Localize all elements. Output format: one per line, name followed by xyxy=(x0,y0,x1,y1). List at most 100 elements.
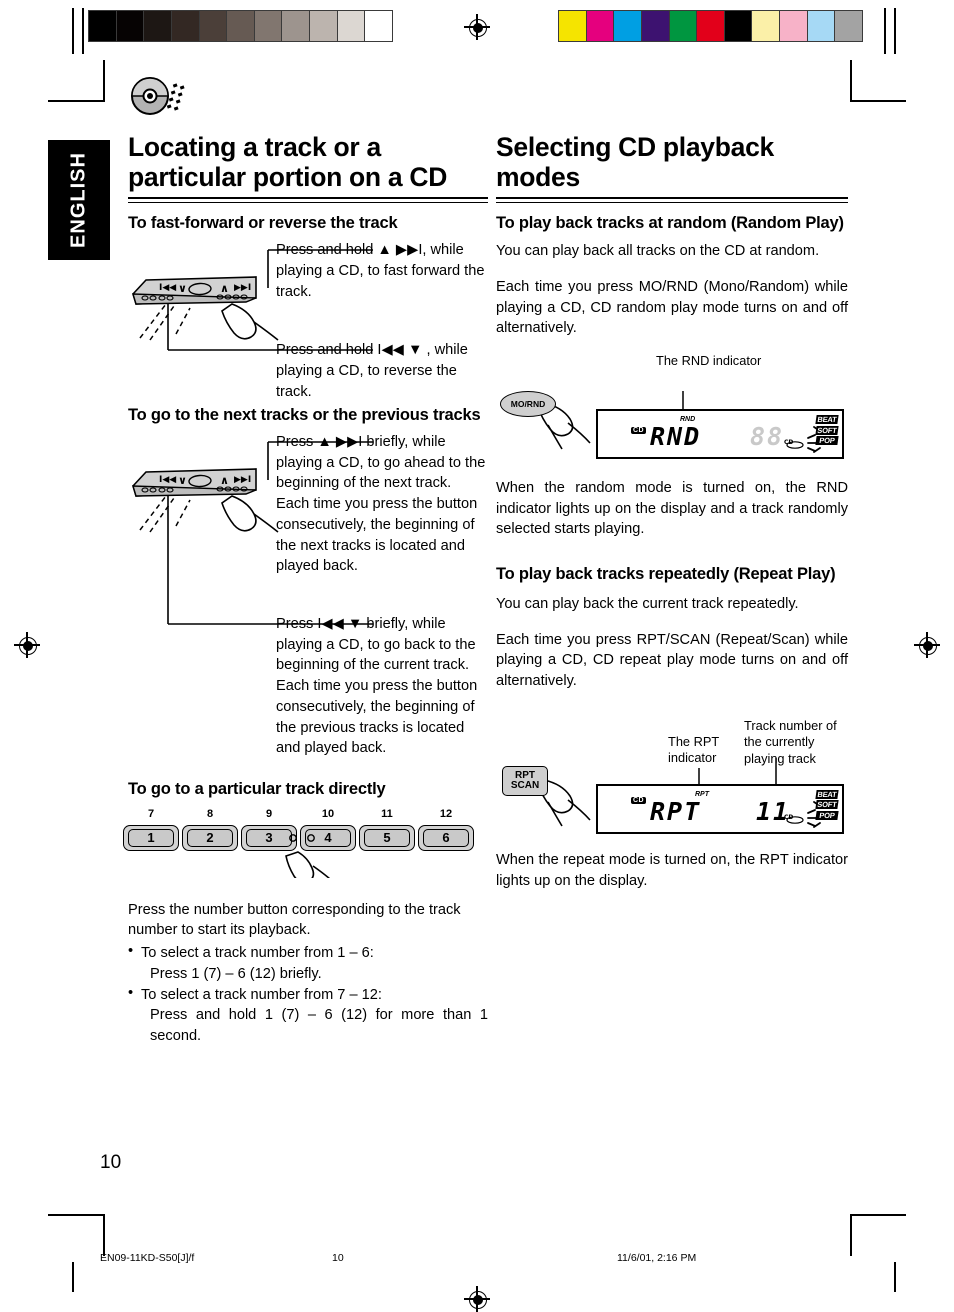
lcd-display-repeat: CD RPT RPT 11 CD BEAT SOFT POP xyxy=(596,783,844,834)
corner-bl-h xyxy=(48,1214,104,1216)
bullet-1-line-1: To select a track number from 1 – 6: xyxy=(141,945,374,962)
lcd-main-text: RND xyxy=(650,422,702,452)
footer-file-id: EN09-11KD-S50[J]/f xyxy=(100,1252,195,1264)
callout-reverse: Press and hold I◀◀ ▼ , while playing a C… xyxy=(276,342,468,400)
para-repeat-result: When the repeat mode is turned on, the R… xyxy=(496,851,848,889)
svg-text:CD: CD xyxy=(784,814,793,821)
number-button-4[interactable]: 4 xyxy=(300,824,356,851)
eq-mode-stack: BEAT SOFT POP xyxy=(815,789,839,822)
left-column-title: Locating a track or a particular portion… xyxy=(128,132,448,192)
figure-random-display: The RND indicator MO/RND CD RND RND 88 C… xyxy=(496,353,848,468)
left-column: Locating a track or a particular portion… xyxy=(123,132,488,1047)
number-button-digit: 1 xyxy=(147,830,155,846)
right-column-title: Selecting CD playback modes xyxy=(496,132,774,192)
number-button-digit: 3 xyxy=(265,830,273,846)
number-button-3[interactable]: 3 xyxy=(241,824,297,851)
title-rule xyxy=(496,197,848,204)
para-repeat-howto: Each time you press RPT/SCAN (Repeat/Sca… xyxy=(496,631,848,690)
crop-mark-tr2-v xyxy=(894,8,896,54)
svg-text:∧: ∧ xyxy=(220,474,229,487)
para-press-number-button: Press the number button corresponding to… xyxy=(128,901,461,939)
number-button-upper-label: 12 xyxy=(439,807,453,820)
eq-label-beat: BEAT xyxy=(815,789,839,799)
eq-mode-stack: BEAT SOFT POP xyxy=(815,415,839,447)
mo-rnd-button[interactable]: MO/RND xyxy=(500,391,556,418)
corner-br-h xyxy=(850,1214,906,1216)
number-button-upper-label: 9 xyxy=(265,807,273,820)
para-random-howto: Each time you press MO/RND (Mono/Random)… xyxy=(496,278,848,337)
number-button-2[interactable]: 2 xyxy=(182,824,238,851)
corner-tl-v xyxy=(103,60,105,102)
crop-mark-tl2-v xyxy=(82,8,84,54)
right-column: Selecting CD playback modes To play back… xyxy=(496,132,848,891)
print-footer: EN09-11KD-S50[J]/f 10 11/6/01, 2:16 PM xyxy=(0,1252,954,1272)
bullet-2-line-2: Press and hold 1 (7) – 6 (12) for more t… xyxy=(150,1007,488,1045)
rpt-scan-line-2: SCAN xyxy=(510,779,540,791)
heading-repeat-play: To play back tracks repeatedly (Repeat P… xyxy=(496,565,836,584)
manual-page: ENGLISH Locating a track or a particular… xyxy=(0,0,954,1312)
number-button-upper-label: 7 xyxy=(147,807,155,820)
number-button-digit: 2 xyxy=(206,830,214,846)
corner-br-v xyxy=(850,1214,852,1256)
svg-text:▶▶I: ▶▶I xyxy=(234,283,251,293)
footer-page: 10 xyxy=(332,1252,344,1264)
figure-next-previous: I◀◀ ∨ ∧ ▶▶I Press ▲ ▶▶I briefly, while p… xyxy=(128,434,488,774)
heading-fast-forward: To fast-forward or reverse the track xyxy=(128,214,398,233)
number-button-5[interactable]: 5 xyxy=(359,824,415,851)
number-button-6[interactable]: 6 xyxy=(418,824,474,851)
svg-text:I◀◀: I◀◀ xyxy=(159,283,176,293)
eq-label-pop: POP xyxy=(815,810,839,820)
language-tab-english: ENGLISH xyxy=(48,140,110,260)
callout-fast-forward: Press and hold ▲ ▶▶I, while playing a CD… xyxy=(276,242,485,300)
para-random-intro: You can play back all tracks on the CD a… xyxy=(496,243,820,260)
number-button-upper-label: 8 xyxy=(206,807,214,820)
svg-text:∨: ∨ xyxy=(178,282,187,295)
corner-tr-v xyxy=(850,60,852,102)
eq-label-beat: BEAT xyxy=(815,415,839,425)
number-button-upper-label: 11 xyxy=(381,807,393,820)
bullet-1-line-2: Press 1 (7) – 6 (12) briefly. xyxy=(150,965,322,982)
figure-repeat-display: The RPT indicator Track number of the cu… xyxy=(496,718,848,846)
page-number: 10 xyxy=(100,1152,122,1173)
eq-label-soft: SOFT xyxy=(815,800,839,810)
bullet-dot: • xyxy=(128,943,134,960)
number-button-digit: 4 xyxy=(324,830,332,846)
para-repeat-intro: You can play back the current track repe… xyxy=(496,595,799,612)
registration-mark-bottom xyxy=(464,1286,490,1312)
bullet-2-line-1: To select a track number from 7 – 12: xyxy=(141,986,382,1003)
title-rule xyxy=(128,197,488,204)
number-button-digit: 5 xyxy=(383,830,391,846)
registration-mark-right xyxy=(914,632,940,658)
color-calibration-strip xyxy=(558,10,863,42)
svg-text:▶▶I: ▶▶I xyxy=(234,475,251,485)
number-button-upper-label: 10 xyxy=(321,807,335,820)
lcd-display-random: CD RND RND 88 CD BEAT SOFT POP xyxy=(596,409,844,460)
callout-next-track: Press ▲ ▶▶I briefly, while playing a CD,… xyxy=(276,433,486,575)
corner-tr-h xyxy=(850,100,906,102)
footer-timestamp: 11/6/01, 2:16 PM xyxy=(617,1252,697,1264)
number-button-row: 7 8 9 10 11 12 1 2 3 4 5 6 xyxy=(123,807,488,878)
crop-mark-tr-v xyxy=(884,8,886,54)
bullet-dot: • xyxy=(128,984,134,1001)
grayscale-calibration-strip xyxy=(88,10,393,42)
para-random-result: When the random mode is turned on, the R… xyxy=(496,480,848,538)
eq-label-pop: POP xyxy=(815,436,839,446)
corner-tl-h xyxy=(48,100,104,102)
lcd-main-text: RPT xyxy=(650,796,702,826)
svg-text:I◀◀: I◀◀ xyxy=(159,475,176,485)
mo-rnd-button-label: MO/RND xyxy=(510,399,546,410)
figure-fast-forward: I◀◀ ∨ ∧ ▶▶I Press and hold ▲ ▶▶I, while … xyxy=(128,242,488,400)
number-button-digit: 6 xyxy=(442,830,450,846)
number-button-1[interactable]: 1 xyxy=(123,824,179,851)
rpt-scan-button[interactable]: RPT SCAN xyxy=(502,765,548,796)
language-tab-label: ENGLISH xyxy=(67,152,90,248)
crop-mark-tl-v xyxy=(72,8,74,54)
svg-text:∨: ∨ xyxy=(178,474,187,487)
lcd-track-number: 88 xyxy=(750,422,785,452)
cd-disc-icon xyxy=(130,76,192,118)
heading-particular-track: To go to a particular track directly xyxy=(128,779,386,798)
corner-bl-v xyxy=(103,1214,105,1256)
cd-badge: CD xyxy=(631,427,647,435)
callout-previous-track: Press I◀◀ ▼ briefly, while playing a CD,… xyxy=(276,615,478,757)
registration-mark-left xyxy=(14,632,40,658)
